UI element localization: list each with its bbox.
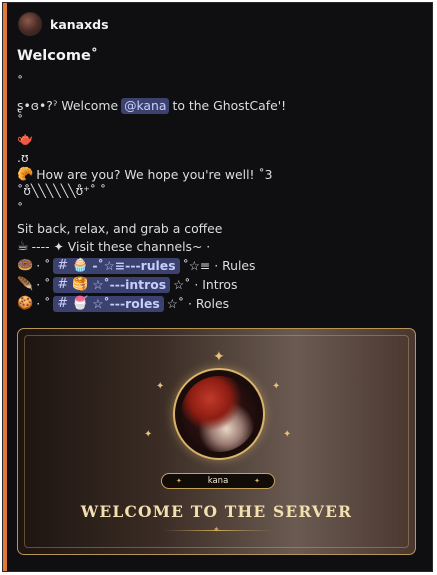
croissant-emoji-icon: 🥐 xyxy=(17,167,34,182)
sit-back-line: Sit back, relax, and grab a coffee xyxy=(17,221,222,237)
channel-suffix: ☆˚ · Roles xyxy=(166,296,230,311)
deco-dot-1: ˚ xyxy=(17,74,23,90)
deco-dot-2: ˚ xyxy=(17,113,23,129)
channel-name: ☆˚---intros xyxy=(92,277,167,292)
feather-emoji-icon: 🪶 xyxy=(17,277,34,292)
teapot-emoji-icon: 🫖 xyxy=(17,132,34,147)
deco-line: ˚ʊ̊╲╲╲╲╲╲ʊ̊⁺˚ ˚ xyxy=(17,183,106,199)
hash-icon: # xyxy=(57,296,69,311)
banner-avatar-image xyxy=(181,376,257,452)
channel-link-roles[interactable]: # 🍧 ☆˚---roles xyxy=(53,296,164,312)
deco-dot-text: ˚ xyxy=(17,74,24,89)
cupcake-emoji-icon: 🧁 xyxy=(72,258,89,273)
author-avatar[interactable] xyxy=(18,12,42,36)
sparkle-icon: ✦ xyxy=(176,477,182,485)
embed-author[interactable]: kanaxds xyxy=(18,12,109,36)
kaomoji-line: .ʊ xyxy=(17,150,29,166)
sparkle-icon: ✦ xyxy=(156,381,165,392)
message-embed: kanaxds Welcome˚ ˚ ʂ•ɞ•?ˀ Welcome @kana … xyxy=(2,2,433,572)
channel-prefix: · ˚ xyxy=(36,277,51,292)
visit-channels-text: ---- ✦ Visit these channels~ · xyxy=(31,239,211,254)
deco-dot-text: ˚ xyxy=(17,201,24,216)
channel-link-rules[interactable]: # 🧁 -˚☆≡---rules xyxy=(53,258,180,274)
welcome-prefix: ʂ•ɞ•?ˀ Welcome xyxy=(17,98,119,113)
welcome-suffix: to the GhostCafe'! xyxy=(172,98,287,113)
how-are-you-text: How are you? We hope you're well! ˚3 xyxy=(36,167,273,182)
welcome-line: ʂ•ɞ•?ˀ Welcome @kana to the GhostCafe'! xyxy=(17,98,286,114)
donut-emoji-icon: 🍩 xyxy=(17,258,34,273)
channel-name: -˚☆≡---rules xyxy=(92,258,176,273)
hash-icon: # xyxy=(57,277,69,292)
channel-suffix: ˚☆≡ · Rules xyxy=(182,258,256,273)
deco-line-text: ˚ʊ̊╲╲╲╲╲╲ʊ̊⁺˚ ˚ xyxy=(17,183,107,198)
kaomoji-text: .ʊ xyxy=(17,150,29,165)
author-name[interactable]: kanaxds xyxy=(50,17,109,32)
welcome-banner-image[interactable]: ✦ ✦ ✦ ✦ ✦ ✦ kana ✦ WELCOME TO THE SERVER… xyxy=(17,328,416,555)
channel-link-intros[interactable]: # 🥞 ☆˚---intros xyxy=(53,277,171,293)
channel-name: ☆˚---roles xyxy=(92,296,160,311)
deco-dot-text: ˚ xyxy=(17,113,24,128)
diamond-icon: ✦ xyxy=(213,525,220,534)
sparkle-icon: ✦ xyxy=(144,429,153,440)
embed-accent-bar xyxy=(3,3,7,571)
channel-prefix: · ˚ xyxy=(36,258,51,273)
how-are-you-line: 🥐 How are you? We hope you're well! ˚3 xyxy=(17,167,273,183)
banner-username: kana xyxy=(207,476,229,486)
channel-line-intros: 🪶 · ˚ # 🥞 ☆˚---intros ☆˚ · Intros xyxy=(17,277,237,293)
sparkle-icon: ✦ xyxy=(254,477,260,485)
user-mention[interactable]: @kana xyxy=(121,98,170,114)
cookie-emoji-icon: 🍪 xyxy=(17,296,34,311)
channel-prefix: · ˚ xyxy=(36,296,51,311)
visit-channels-line: ☕ ---- ✦ Visit these channels~ · xyxy=(17,239,210,255)
hash-icon: # xyxy=(57,258,69,273)
channel-suffix: ☆˚ · Intros xyxy=(173,277,238,292)
channel-line-roles: 🍪 · ˚ # 🍧 ☆˚---roles ☆˚ · Roles xyxy=(17,296,229,312)
teapot-line: 🫖 xyxy=(17,133,33,147)
coffee-emoji-icon: ☕ xyxy=(17,239,29,254)
deco-dot-3: ˚ xyxy=(17,201,23,217)
shaved-ice-emoji-icon: 🍧 xyxy=(72,296,89,311)
channel-line-rules: 🍩 · ˚ # 🧁 -˚☆≡---rules ˚☆≡ · Rules xyxy=(17,258,256,274)
banner-welcome-text: WELCOME TO THE SERVER xyxy=(80,502,353,521)
banner-avatar-frame xyxy=(173,368,265,460)
sparkle-icon: ✦ xyxy=(272,381,281,392)
banner-name-tag: ✦ kana ✦ xyxy=(161,473,275,489)
sparkle-icon: ✦ xyxy=(213,349,225,365)
sit-back-text: Sit back, relax, and grab a coffee xyxy=(17,221,223,236)
embed-title: Welcome˚ xyxy=(17,48,99,64)
sparkle-icon: ✦ xyxy=(283,429,292,440)
pancakes-emoji-icon: 🥞 xyxy=(72,277,89,292)
